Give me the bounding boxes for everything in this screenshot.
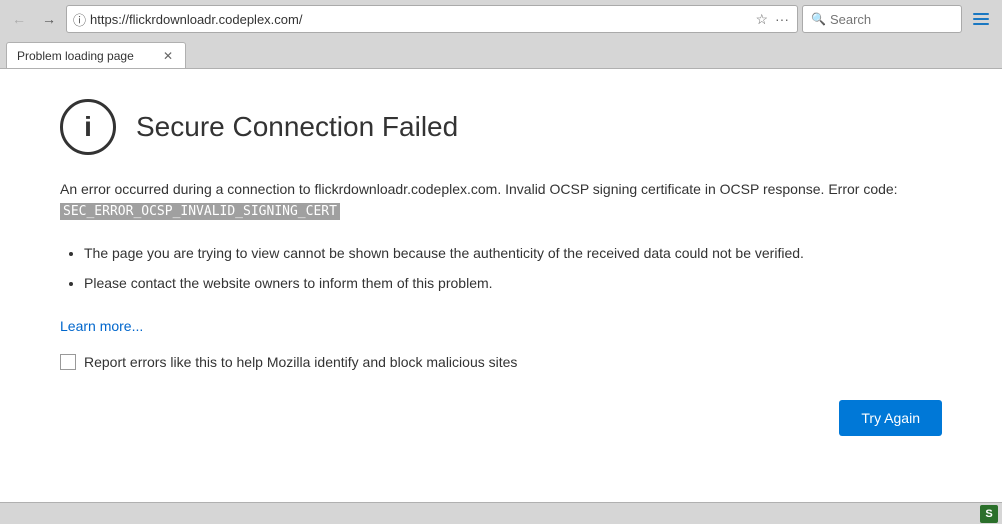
tab-label: Problem loading page — [17, 49, 134, 63]
error-description-text: An error occurred during a connection to… — [60, 181, 898, 197]
try-again-row: Try Again — [60, 400, 942, 436]
error-list: The page you are trying to view cannot b… — [60, 242, 942, 295]
error-header: i Secure Connection Failed — [60, 99, 942, 155]
hamburger-menu-button[interactable] — [966, 6, 996, 32]
error-bullet-1: The page you are trying to view cannot b… — [84, 242, 942, 264]
search-input[interactable] — [830, 12, 953, 27]
browser-chrome: ← → ⓘ ☆ ··· 🔍 Problem loading page ✕ — [0, 0, 1002, 69]
more-button[interactable]: ··· — [773, 9, 791, 29]
address-info-icon[interactable]: ⓘ — [73, 10, 86, 29]
search-icon: 🔍 — [811, 12, 826, 26]
url-input[interactable] — [90, 12, 749, 27]
status-icon: S — [980, 505, 998, 523]
search-bar: 🔍 — [802, 5, 962, 33]
error-description: An error occurred during a connection to… — [60, 179, 942, 222]
active-tab[interactable]: Problem loading page ✕ — [6, 42, 186, 68]
report-label: Report errors like this to help Mozilla … — [84, 354, 517, 370]
error-title: Secure Connection Failed — [136, 111, 458, 143]
status-bar: S — [0, 502, 1002, 524]
menu-line-2 — [973, 18, 989, 20]
error-code: SEC_ERROR_OCSP_INVALID_SIGNING_CERT — [60, 203, 340, 220]
report-row: Report errors like this to help Mozilla … — [60, 354, 942, 370]
address-actions: ☆ ··· — [753, 9, 791, 30]
learn-more-link[interactable]: Learn more... — [60, 318, 143, 334]
content-area: i Secure Connection Failed An error occu… — [0, 69, 1002, 502]
tab-close-button[interactable]: ✕ — [161, 49, 175, 63]
try-again-button[interactable]: Try Again — [839, 400, 942, 436]
menu-line-1 — [973, 13, 989, 15]
nav-bar: ← → ⓘ ☆ ··· 🔍 — [0, 0, 1002, 38]
menu-line-3 — [973, 23, 989, 25]
error-bullet-2: Please contact the website owners to inf… — [84, 272, 942, 294]
report-checkbox[interactable] — [60, 354, 76, 370]
address-bar: ⓘ ☆ ··· — [66, 5, 798, 33]
info-circle-icon: i — [60, 99, 116, 155]
tab-bar: Problem loading page ✕ — [0, 38, 1002, 68]
forward-button[interactable]: → — [36, 6, 62, 32]
bookmark-button[interactable]: ☆ — [753, 9, 770, 30]
back-button[interactable]: ← — [6, 6, 32, 32]
